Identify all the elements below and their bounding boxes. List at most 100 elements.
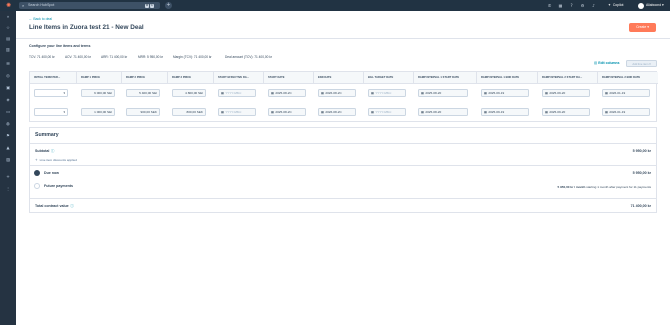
col-header-ramp-interval1-end[interactable]: RAMP INTERVAL 1 END DATE	[477, 72, 538, 84]
col-header-ramp3-price[interactable]: RAMP 3 PRICE	[168, 72, 214, 84]
ramp-interval2-end-input[interactable]: ▦ 2026-01-19	[602, 108, 650, 116]
create-button[interactable]: Create ▾	[629, 23, 656, 32]
account-menu[interactable]: Aliaboond ▾	[646, 0, 664, 11]
info-icon[interactable]: ⓘ	[51, 149, 55, 153]
due-now-radio[interactable]	[34, 170, 40, 176]
ramp-interval2-end-input[interactable]: ▦ 2026-01-19	[602, 89, 650, 97]
ramp-interval1-start-input[interactable]: ▦ 2025-08-20	[418, 108, 468, 116]
calendar-icon: ▦	[605, 110, 608, 114]
crm-icon[interactable]: ▥	[4, 46, 12, 54]
col-header-end-date[interactable]: END DATE	[314, 72, 364, 84]
initial-term-select[interactable]: ▾	[34, 108, 68, 116]
bill-target-date-input[interactable]: ▦ YYYY-MM-I	[368, 89, 406, 97]
subtotal-label: Subtotal ⓘ	[35, 149, 54, 154]
service-icon[interactable]: ◍	[4, 120, 12, 128]
start-effective-date-input[interactable]: ▦ YYYY-MM-I	[218, 108, 256, 116]
account-name: Aliaboond	[646, 3, 662, 7]
start-effective-date-input[interactable]: ▦ YYYY-MM-I	[218, 89, 256, 97]
ramp2-price-input[interactable]: 5 400,00 SEI	[126, 89, 160, 97]
col-header-ramp-interval2-end[interactable]: RAMP INTERVAL 2 END DATE	[598, 72, 658, 84]
date-value: 2025-09-19	[488, 91, 505, 95]
date-value: 2026-08-2C	[325, 110, 342, 114]
col-header-start-effective-date[interactable]: START EFFECTIVE DA...	[214, 72, 264, 84]
automation-icon[interactable]: ⚑	[4, 132, 12, 140]
summary-card: Summary Subtotal ⓘ 5 950,00 kr + Line item…	[29, 127, 657, 213]
metric-arr: ARR: 71 400,00 kr	[101, 55, 128, 59]
subtotal-text: Subtotal	[35, 149, 50, 153]
avatar[interactable]	[638, 2, 644, 9]
marketplace-icon[interactable]: ▦	[557, 2, 564, 9]
ramp3-price-input[interactable]: 800,00 SEK	[172, 108, 206, 116]
hubspot-logo-icon[interactable]: ✺	[5, 2, 12, 9]
col-header-ramp-interval1-start[interactable]: RAMP INTERVAL 1 START DATE	[414, 72, 477, 84]
phone-icon[interactable]: ✆	[546, 2, 553, 9]
metric-acv: ACV: 71 400,00 kr	[65, 55, 91, 59]
ramp1-price-input[interactable]: 1 000,00 SEI	[81, 108, 115, 116]
col-header-start-date[interactable]: START DATE	[264, 72, 314, 84]
ramp3-price-input[interactable]: 4 800,00 SEI	[172, 89, 206, 97]
sales-icon[interactable]: ◈	[4, 96, 12, 104]
start-date-input[interactable]: ▦ 2025-08-2C	[268, 89, 306, 97]
col-header-ramp1-price[interactable]: RAMP 1 PRICE	[77, 72, 122, 84]
columns-icon: ▥	[594, 61, 598, 65]
global-search-input[interactable]: ⌕ Search HubSpot ⌘ K	[19, 2, 160, 9]
workspaces-icon[interactable]: ▤	[4, 35, 12, 43]
date-value: YYYY-MM-I	[225, 91, 242, 95]
back-to-deal-link[interactable]: ← Back to deal	[29, 17, 52, 21]
settings-icon[interactable]: ⚙	[579, 2, 586, 9]
expand-sidebar-icon[interactable]: »	[4, 13, 12, 21]
col-header-ramp2-price[interactable]: RAMP 2 PRICE	[122, 72, 168, 84]
col-header-initial-term[interactable]: INITIAL TERM PER...	[30, 72, 77, 84]
summary-divider	[30, 143, 657, 144]
summary-divider	[30, 198, 657, 199]
total-contract-value-label: Total contract value ⓘ	[35, 204, 74, 209]
discount-note: + Line item discounts applied	[35, 158, 77, 162]
ramp1-price-input[interactable]: 6 000,00 SEI	[81, 89, 115, 97]
initial-term-select[interactable]: ▾	[34, 89, 68, 97]
add-line-item-button[interactable]: Add line item ▾	[626, 60, 657, 67]
col-header-ramp-interval2-start[interactable]: RAMP INTERVAL 2 START DA...	[538, 72, 598, 84]
date-value: 2026-01-19	[609, 110, 626, 114]
copilot-button[interactable]: ✦ Copilot	[608, 0, 623, 11]
ramp-interval2-start-input[interactable]: ▦ 2025-09-20	[542, 108, 590, 116]
calendar-icon: ▦	[605, 91, 608, 95]
edit-columns-button[interactable]: ▥Edit columns	[594, 61, 620, 65]
table-header-row: INITIAL TERM PER... RAMP 1 PRICE RAMP 2 …	[30, 72, 658, 84]
due-now-label: Due now	[44, 171, 59, 175]
marketing-icon[interactable]: ◎	[4, 72, 12, 80]
calendar-icon: ▦	[221, 91, 224, 95]
apps-icon[interactable]: ⋮	[4, 185, 12, 193]
contacts-icon[interactable]: ☰	[4, 60, 12, 68]
ramp-interval2-start-input[interactable]: ▦ 2025-09-20	[542, 89, 590, 97]
calendar-icon: ▦	[484, 110, 487, 114]
future-payments-radio[interactable]	[34, 183, 40, 189]
bell-icon[interactable]: ♪	[590, 2, 597, 9]
copilot-icon: ✦	[608, 3, 611, 7]
future-payments-label: Future payments	[44, 184, 73, 188]
ramp-interval1-end-input[interactable]: ▦ 2025-09-19	[481, 108, 529, 116]
chevron-down-icon: ▾	[63, 110, 65, 114]
quick-create-button[interactable]: +	[165, 2, 172, 9]
data-management-icon[interactable]: ▨	[4, 156, 12, 164]
end-date-input[interactable]: ▦ 2026-08-2C	[318, 108, 356, 116]
bookmarks-icon[interactable]: ☆	[4, 24, 12, 32]
date-value: YYYY-MM-I	[375, 110, 392, 114]
ramp2-price-input[interactable]: 900,00 SEK	[126, 108, 160, 116]
content-icon[interactable]: ▣	[4, 84, 12, 92]
ramp-interval1-start-input[interactable]: ▦ 2025-08-20	[418, 89, 468, 97]
add-shortcut-icon[interactable]: +	[4, 173, 12, 181]
end-date-input[interactable]: ▦ 2026-08-2C	[318, 89, 356, 97]
ramp-interval1-end-input[interactable]: ▦ 2025-09-19	[481, 89, 529, 97]
bill-target-date-input[interactable]: ▦ YYYY-MM-I	[368, 108, 406, 116]
date-value: 2026-08-2C	[325, 91, 342, 95]
configure-section-label: Configure your line items and terms	[29, 44, 91, 48]
info-icon[interactable]: ⓘ	[70, 204, 74, 208]
commerce-icon[interactable]: ▭	[4, 108, 12, 116]
reporting-icon[interactable]: ▲	[4, 144, 12, 152]
metric-mrr: MRR: 5 950,00 kr	[138, 55, 163, 59]
plus-icon[interactable]: +	[35, 158, 38, 162]
help-icon[interactable]: ?	[568, 2, 575, 9]
col-header-bill-target-date[interactable]: BILL TARGET DATE	[364, 72, 414, 84]
start-date-input[interactable]: ▦ 2025-08-2C	[268, 108, 306, 116]
search-icon: ⌕	[22, 3, 25, 8]
